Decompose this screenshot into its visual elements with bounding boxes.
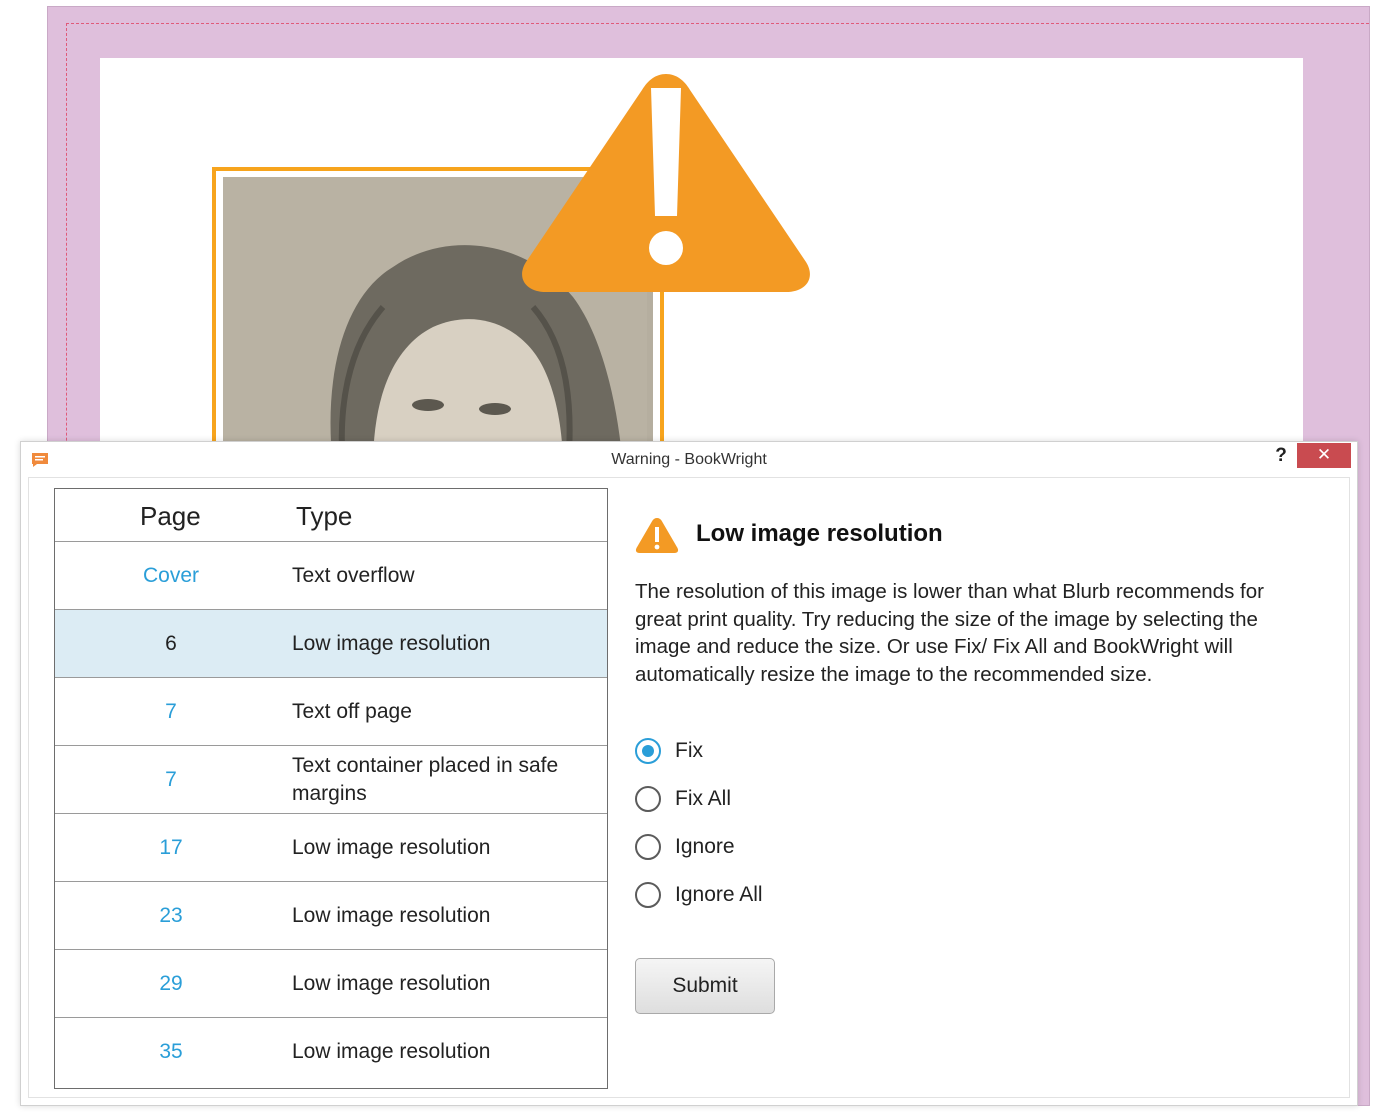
- row-warning-type: Text off page: [292, 699, 412, 723]
- warning-triangle-icon: [635, 518, 679, 553]
- table-row[interactable]: 29 Low image resolution: [55, 950, 607, 1018]
- table-header: Page Type: [55, 489, 607, 542]
- row-warning-type: Low image resolution: [292, 903, 491, 927]
- row-warning-type: Text container placed in safe margins: [292, 753, 559, 805]
- close-button[interactable]: ✕: [1297, 443, 1351, 468]
- row-warning-type: Low image resolution: [292, 835, 491, 859]
- row-page-link[interactable]: 7: [55, 678, 287, 745]
- table-row[interactable]: 35 Low image resolution: [55, 1018, 607, 1085]
- row-page-link[interactable]: 23: [55, 882, 287, 949]
- radio-button[interactable]: [635, 738, 661, 764]
- warning-description: The resolution of this image is lower th…: [635, 580, 1264, 686]
- radio-option-ignore-all[interactable]: Ignore All: [635, 878, 763, 912]
- radio-button[interactable]: [635, 786, 661, 812]
- row-warning-type: Low image resolution: [292, 971, 491, 995]
- row-page-link[interactable]: 7: [55, 746, 287, 813]
- radio-option-fix[interactable]: Fix: [635, 734, 703, 768]
- row-page-link[interactable]: Cover: [55, 542, 287, 609]
- row-warning-type: Low image resolution: [292, 631, 491, 655]
- column-header-type[interactable]: Type: [296, 501, 352, 532]
- table-row[interactable]: 17 Low image resolution: [55, 814, 607, 882]
- radio-button[interactable]: [635, 882, 661, 908]
- table-row[interactable]: 7 Text off page: [55, 678, 607, 746]
- help-button[interactable]: ?: [1273, 445, 1289, 469]
- warning-triangle-icon: [522, 74, 810, 292]
- close-icon: ✕: [1316, 445, 1332, 464]
- warning-title: Low image resolution: [696, 520, 943, 547]
- dialog-titlebar[interactable]: Warning - BookWright ? ✕: [21, 442, 1357, 477]
- row-page-link[interactable]: 29: [55, 950, 287, 1017]
- radio-label: Fix All: [675, 787, 732, 810]
- dialog-title: Warning - BookWright: [611, 451, 767, 468]
- radio-label: Ignore: [675, 835, 735, 858]
- table-body: Cover Text overflow 6 Low image resolution 7…: [55, 542, 607, 1085]
- table-row[interactable]: 7 Text container placed in safe margins: [55, 746, 607, 814]
- warnings-table: Page Type Cover Text overflow 6 Low image r…: [54, 488, 608, 1089]
- radio-option-ignore[interactable]: Ignore: [635, 830, 735, 864]
- radio-button[interactable]: [635, 834, 661, 860]
- row-page-link[interactable]: 35: [55, 1018, 287, 1085]
- row-warning-type: Low image resolution: [292, 1039, 491, 1063]
- dialog-content: Page Type Cover Text overflow 6 Low image r…: [28, 477, 1350, 1098]
- table-row[interactable]: 6 Low image resolution: [55, 610, 607, 678]
- table-row[interactable]: 23 Low image resolution: [55, 882, 607, 950]
- column-header-page[interactable]: Page: [140, 501, 201, 532]
- row-page-link[interactable]: 17: [55, 814, 287, 881]
- row-page-link[interactable]: 6: [55, 610, 287, 677]
- table-row[interactable]: Cover Text overflow: [55, 542, 607, 610]
- radio-label: Fix: [675, 739, 703, 762]
- radio-option-fix-all[interactable]: Fix All: [635, 782, 731, 816]
- radio-label: Ignore All: [675, 883, 763, 906]
- row-warning-type: Text overflow: [292, 563, 415, 587]
- warning-dialog: Warning - BookWright ? ✕ Page Type Cover…: [20, 441, 1358, 1106]
- submit-button[interactable]: Submit: [635, 958, 775, 1014]
